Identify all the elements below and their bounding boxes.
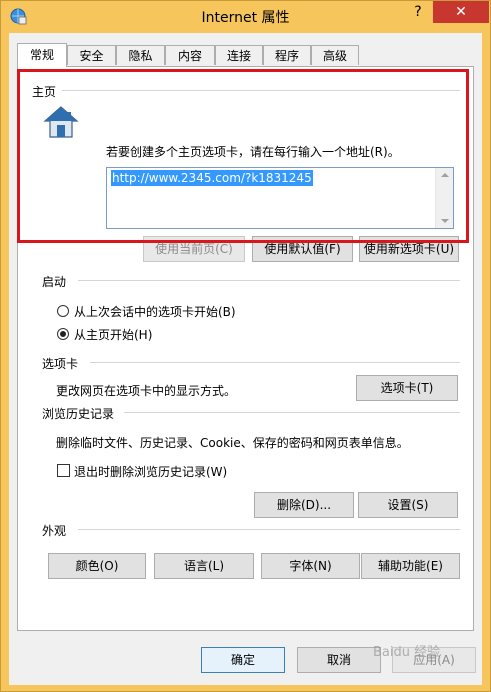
tabs-section-title: 选项卡 [42, 357, 79, 371]
history-section-title: 浏览历史记录 [42, 407, 115, 421]
startup-section-title: 启动 [42, 275, 67, 289]
tabs-description: 更改网页在选项卡中的显示方式。 [56, 384, 237, 398]
fonts-button[interactable]: 字体(N) [261, 553, 360, 579]
delete-history-on-exit-label[interactable]: 退出时删除浏览历史记录(W) [74, 463, 227, 480]
home-section-highlight-frame [17, 69, 469, 243]
languages-button[interactable]: 语言(L) [154, 553, 254, 579]
cancel-button[interactable]: 取消 [297, 647, 381, 673]
history-divider [124, 412, 460, 413]
radio-start-last-session-label[interactable]: 从上次会话中的选项卡开始(B) [74, 303, 236, 320]
accessibility-button[interactable]: 辅助功能(E) [361, 553, 460, 579]
startup-divider [78, 280, 460, 281]
internet-properties-window: Internet 属性 ? ✕ 常规 安全 隐私 内容 连接 程序 高级 主页 … [0, 0, 491, 692]
tab-connections[interactable]: 连接 [215, 45, 263, 65]
help-button[interactable]: ? [403, 1, 433, 23]
title-bar[interactable]: Internet 属性 ? ✕ [1, 1, 490, 33]
radio-start-home[interactable] [57, 328, 69, 340]
radio-start-last-session[interactable] [57, 305, 69, 317]
delete-history-button[interactable]: 删除(D)... [254, 492, 354, 518]
tab-programs[interactable]: 程序 [263, 45, 311, 65]
tab-content[interactable]: 内容 [165, 45, 215, 65]
colors-button[interactable]: 颜色(O) [48, 553, 146, 579]
baidu-jingyan-watermark: Baidu 经验 [373, 645, 441, 660]
history-description: 删除临时文件、历史记录、Cookie、保存的密码和网页表单信息。 [56, 436, 409, 450]
tab-security[interactable]: 安全 [67, 45, 116, 65]
history-settings-button[interactable]: 设置(S) [358, 492, 458, 518]
dialog-client: 常规 安全 隐私 内容 连接 程序 高级 主页 若要创建多个主页选项卡，请在每行… [9, 33, 482, 685]
appearance-section-title: 外观 [42, 524, 67, 538]
delete-history-on-exit-checkbox[interactable] [57, 464, 70, 477]
tab-privacy[interactable]: 隐私 [116, 45, 165, 65]
tab-general[interactable]: 常规 [17, 43, 67, 67]
tabs-divider [90, 362, 460, 363]
radio-start-home-label[interactable]: 从主页开始(H) [74, 326, 152, 343]
close-button[interactable]: ✕ [433, 1, 489, 23]
tabs-settings-button[interactable]: 选项卡(T) [356, 375, 458, 401]
ok-button[interactable]: 确定 [201, 647, 285, 673]
appearance-divider [78, 529, 460, 530]
tab-advanced[interactable]: 高级 [311, 45, 359, 65]
